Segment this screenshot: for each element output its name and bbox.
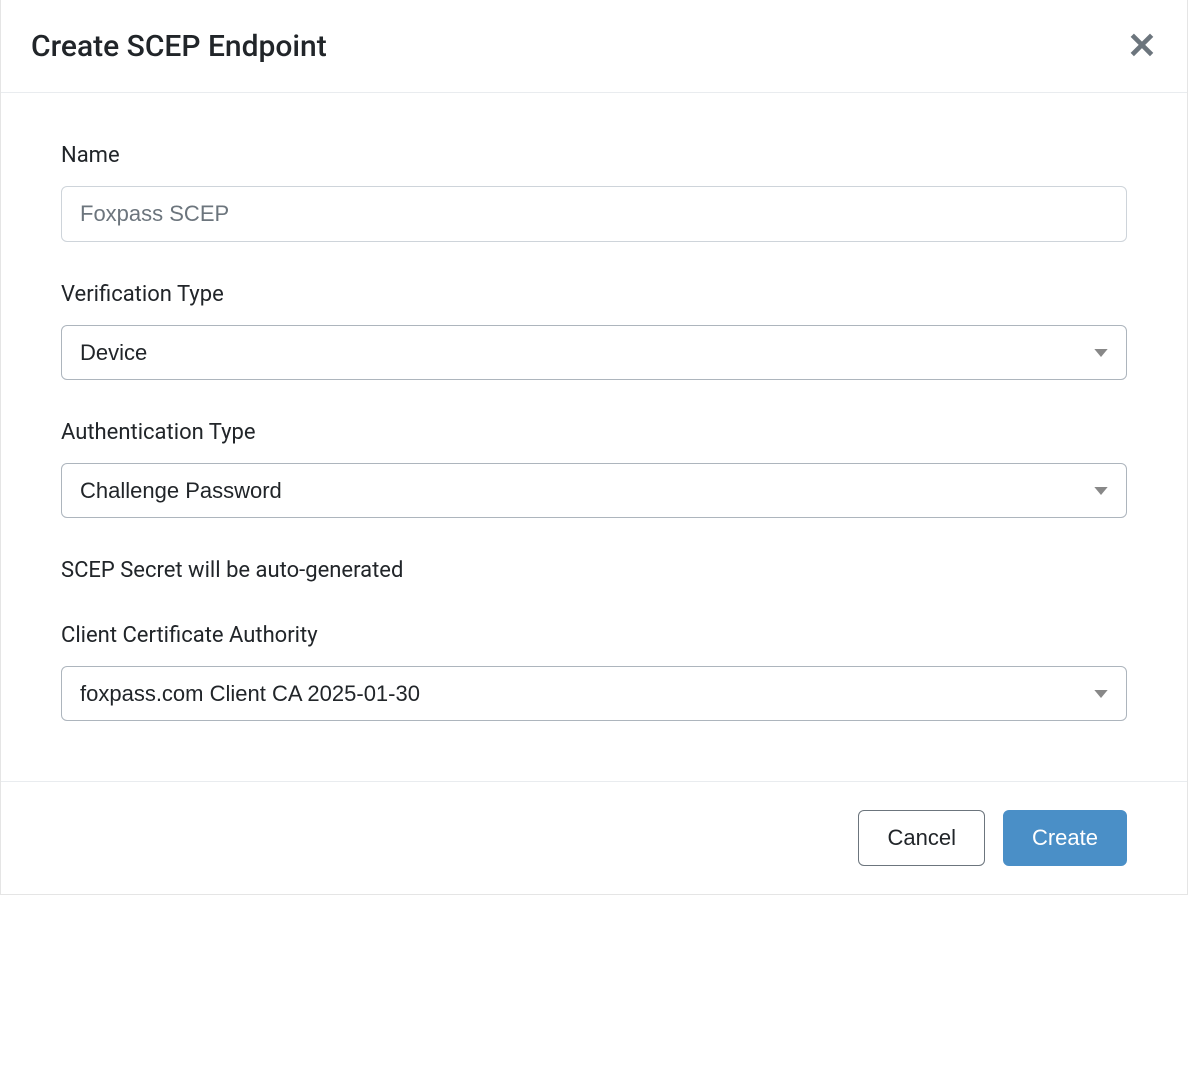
form-group-client-ca: Client Certificate Authority foxpass.com… — [61, 623, 1127, 721]
create-button[interactable]: Create — [1003, 810, 1127, 866]
create-scep-endpoint-modal: Create SCEP Endpoint ✕ Name Verification… — [0, 0, 1188, 895]
client-ca-label: Client Certificate Authority — [61, 623, 1127, 648]
form-group-name: Name — [61, 143, 1127, 242]
authentication-type-label: Authentication Type — [61, 420, 1127, 445]
close-icon: ✕ — [1127, 25, 1157, 66]
modal-header: Create SCEP Endpoint ✕ — [1, 0, 1187, 93]
name-input[interactable] — [61, 186, 1127, 242]
verification-type-label: Verification Type — [61, 282, 1127, 307]
verification-type-select[interactable]: Device — [61, 325, 1127, 380]
name-label: Name — [61, 143, 1127, 168]
close-button[interactable]: ✕ — [1127, 28, 1157, 64]
form-group-verification-type: Verification Type Device — [61, 282, 1127, 380]
cancel-button[interactable]: Cancel — [858, 810, 984, 866]
modal-footer: Cancel Create — [1, 781, 1187, 894]
client-ca-select[interactable]: foxpass.com Client CA 2025-01-30 — [61, 666, 1127, 721]
modal-title: Create SCEP Endpoint — [31, 29, 327, 64]
authentication-type-select[interactable]: Challenge Password — [61, 463, 1127, 518]
form-group-authentication-type: Authentication Type Challenge Password — [61, 420, 1127, 518]
modal-body: Name Verification Type Device Authentica… — [1, 93, 1187, 781]
scep-secret-info: SCEP Secret will be auto-generated — [61, 558, 1127, 583]
